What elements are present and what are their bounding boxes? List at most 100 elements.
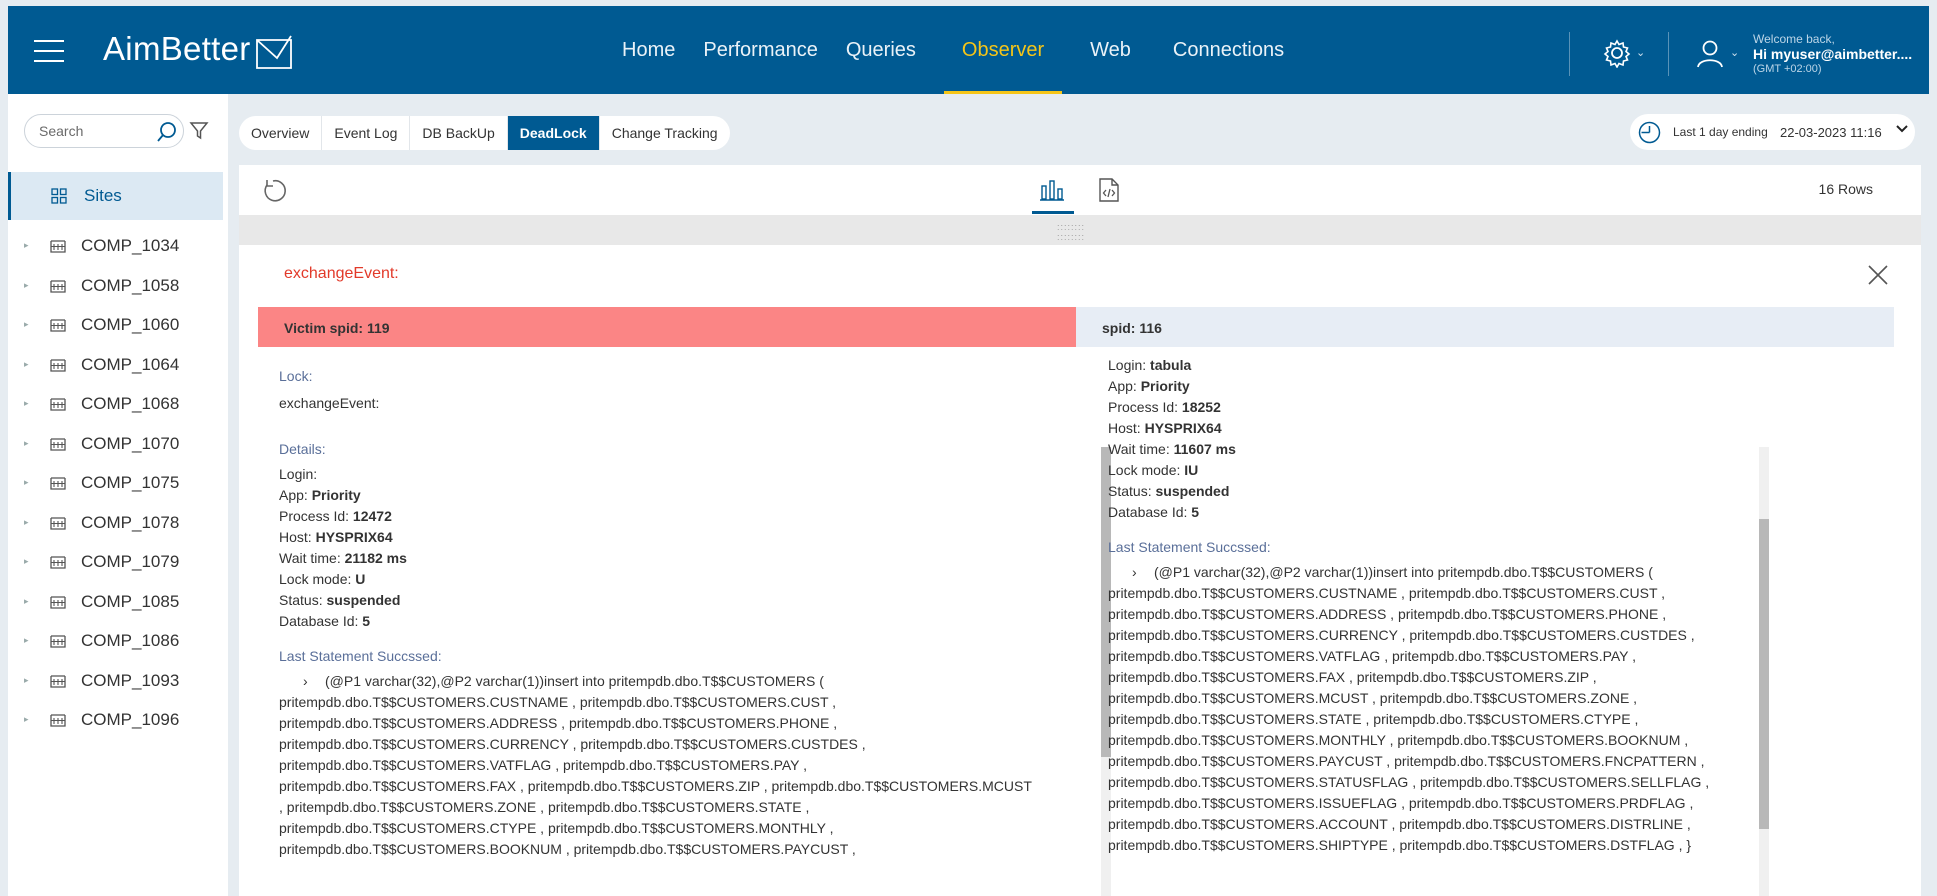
nav-performance[interactable]: Performance: [689, 6, 832, 94]
tab-event-log[interactable]: Event Log: [322, 116, 411, 150]
chevron-right-icon[interactable]: ▸: [24, 398, 29, 409]
chevron-right-icon[interactable]: ▸: [24, 477, 29, 488]
field-value: 11607 ms: [1173, 441, 1236, 457]
tab-bar: Overview Event Log DB BackUp DeadLock Ch…: [239, 116, 730, 150]
chevron-down-icon[interactable]: ⌄: [1636, 46, 1645, 59]
chevron-right-icon[interactable]: ▸: [24, 319, 29, 330]
chart-view-icon[interactable]: [1039, 177, 1065, 203]
statement-line: pritempdb.dbo.T$$CUSTOMERS.FAX , pritemp…: [1108, 667, 1894, 688]
statement-line: › (@P1 varchar(32),@P2 varchar(1))insert …: [279, 671, 1076, 692]
close-icon[interactable]: [1866, 263, 1890, 287]
chevron-right-icon[interactable]: ▸: [24, 714, 29, 725]
chevron-right-icon[interactable]: ▸: [24, 596, 29, 607]
time-range-picker[interactable]: Last 1 day ending 22-03-2023 11:16: [1630, 114, 1915, 150]
field-label: Lock mode:: [1108, 462, 1181, 478]
resize-splitter[interactable]: :::::::: ::::::::: [239, 215, 1921, 245]
scrollbar[interactable]: [1759, 447, 1769, 896]
welcome-text: Welcome back,: [1753, 32, 1835, 46]
gear-icon[interactable]: [1602, 38, 1632, 68]
statement-text: pritempdb.dbo.T$$CUSTOMERS.STATE , prite…: [1108, 711, 1639, 727]
statement-line: pritempdb.dbo.T$$CUSTOMERS.CTYPE , prite…: [279, 818, 1076, 839]
server-icon: [50, 674, 66, 688]
sidebar-item-site[interactable]: ▸ COMP_1060: [8, 305, 223, 345]
clock-icon: [1638, 121, 1661, 144]
event-title: exchangeEvent:: [284, 265, 399, 282]
logo: AimBetter: [103, 30, 251, 67]
sidebar-item-site[interactable]: ▸ COMP_1070: [8, 424, 223, 464]
sidebar-item-site[interactable]: ▸ COMP_1086: [8, 621, 223, 661]
field-value: 21182 ms: [344, 550, 407, 566]
server-icon: [50, 358, 66, 372]
nav-web[interactable]: Web: [1076, 6, 1145, 94]
server-icon: [50, 477, 66, 490]
sidebar-item-site[interactable]: ▸ COMP_1075: [8, 463, 223, 503]
chevron-right-icon[interactable]: ▸: [24, 675, 29, 686]
chevron-down-icon[interactable]: ⌄: [1730, 46, 1739, 59]
statement-text: pritempdb.dbo.T$$CUSTOMERS.CURRENCY , pr…: [279, 736, 866, 752]
statement-text: pritempdb.dbo.T$$CUSTOMERS.CUSTNAME , pr…: [1108, 585, 1666, 601]
sidebar-item-site[interactable]: ▸ COMP_1085: [8, 582, 223, 622]
user-welcome[interactable]: Welcome back, Hi myuser@aimbetter.... (G…: [1753, 32, 1912, 77]
statement-text: , pritempdb.dbo.T$$CUSTOMERS.ZONE , prit…: [279, 799, 810, 815]
sidebar-item-label: COMP_1085: [81, 591, 180, 611]
detail-field: Wait time: 11607 ms: [1108, 439, 1894, 460]
sidebar-item-site[interactable]: ▸ COMP_1068: [8, 384, 223, 424]
sidebar-item-site[interactable]: ▸ COMP_1034: [8, 226, 223, 266]
chevron-right-icon[interactable]: ›: [1108, 562, 1154, 583]
chevron-right-icon[interactable]: ▸: [24, 517, 29, 528]
search-icon[interactable]: [156, 121, 178, 143]
chevron-right-icon[interactable]: ▸: [24, 635, 29, 646]
chevron-right-icon[interactable]: ▸: [24, 240, 29, 251]
user-icon[interactable]: [1696, 38, 1724, 68]
statement-text: pritempdb.dbo.T$$CUSTOMERS.CUSTNAME , pr…: [279, 694, 837, 710]
statement-line: pritempdb.dbo.T$$CUSTOMERS.SHIPTYPE , pr…: [1108, 835, 1894, 856]
chevron-right-icon[interactable]: ▸: [24, 438, 29, 449]
server-icon: [50, 319, 66, 332]
chevron-right-icon[interactable]: ▸: [24, 359, 29, 370]
tab-deadlock[interactable]: DeadLock: [507, 116, 600, 150]
scrollbar-thumb[interactable]: [1759, 519, 1769, 829]
sidebar-item-site[interactable]: ▸ COMP_1096: [8, 700, 223, 740]
sidebar-item-site[interactable]: ▸ COMP_1093: [8, 661, 223, 701]
tab-overview[interactable]: Overview: [239, 116, 323, 150]
statement-line: pritempdb.dbo.T$$CUSTOMERS.CUSTNAME , pr…: [279, 692, 1076, 713]
field-value: suspended: [326, 592, 401, 608]
chevron-right-icon[interactable]: ▸: [24, 556, 29, 567]
sidebar-item-site[interactable]: ▸ COMP_1058: [8, 266, 223, 306]
details-label: Details:: [279, 441, 326, 457]
drag-handle-icon: ::::::::: [1057, 232, 1086, 242]
chevron-right-icon[interactable]: ▸: [24, 280, 29, 291]
sidebar-item-label: COMP_1058: [81, 275, 180, 295]
refresh-icon[interactable]: [261, 177, 289, 205]
sidebar: Sites ▸ COMP_1034 ▸ COMP_1058 ▸ COMP_1060 ▸ COM…: [8, 94, 228, 896]
statement-line: pritempdb.dbo.T$$CUSTOMERS.CURRENCY , pr…: [279, 734, 1076, 755]
menu-icon[interactable]: [34, 40, 64, 62]
xml-view-icon[interactable]: [1096, 177, 1122, 203]
sidebar-item-site[interactable]: ▸ COMP_1079: [8, 542, 223, 582]
statement-line: pritempdb.dbo.T$$CUSTOMERS.BOOKNUM , pri…: [279, 839, 1076, 860]
filter-icon[interactable]: [189, 120, 209, 140]
server-icon: [50, 240, 66, 253]
sidebar-item-label: COMP_1060: [81, 315, 180, 334]
nav-observer[interactable]: Observer: [943, 6, 1063, 94]
sidebar-item-sites[interactable]: Sites: [8, 172, 223, 220]
nav-queries[interactable]: Queries: [832, 6, 930, 94]
nav-connections[interactable]: Connections: [1159, 6, 1298, 94]
search-input[interactable]: [39, 123, 149, 139]
tab-db-backup[interactable]: DB BackUp: [410, 116, 508, 150]
statement-line: pritempdb.dbo.T$$CUSTOMERS.CURRENCY , pr…: [1108, 625, 1894, 646]
statement-text: pritempdb.dbo.T$$CUSTOMERS.BOOKNUM , pri…: [279, 841, 856, 857]
chevron-right-icon[interactable]: ›: [279, 671, 325, 692]
statement-line: pritempdb.dbo.T$$CUSTOMERS.PAYCUST , pri…: [1108, 751, 1894, 772]
tab-change-tracking[interactable]: Change Tracking: [600, 116, 730, 150]
statement-line: pritempdb.dbo.T$$CUSTOMERS.ADDRESS , pri…: [279, 713, 1076, 734]
sidebar-item-site[interactable]: ▸ COMP_1078: [8, 503, 223, 543]
statement-line: pritempdb.dbo.T$$CUSTOMERS.VATFLAG , pri…: [279, 755, 1076, 776]
nav-home[interactable]: Home: [608, 6, 689, 94]
detail-field: Process Id: 18252: [1108, 397, 1894, 418]
field-value: suspended: [1155, 483, 1230, 499]
field-value: 5: [362, 613, 371, 629]
main-nav: Home Performance Queries Observer Web Co…: [608, 6, 1298, 94]
field-value: tabula: [1150, 357, 1192, 373]
sidebar-item-site[interactable]: ▸ COMP_1064: [8, 345, 223, 385]
